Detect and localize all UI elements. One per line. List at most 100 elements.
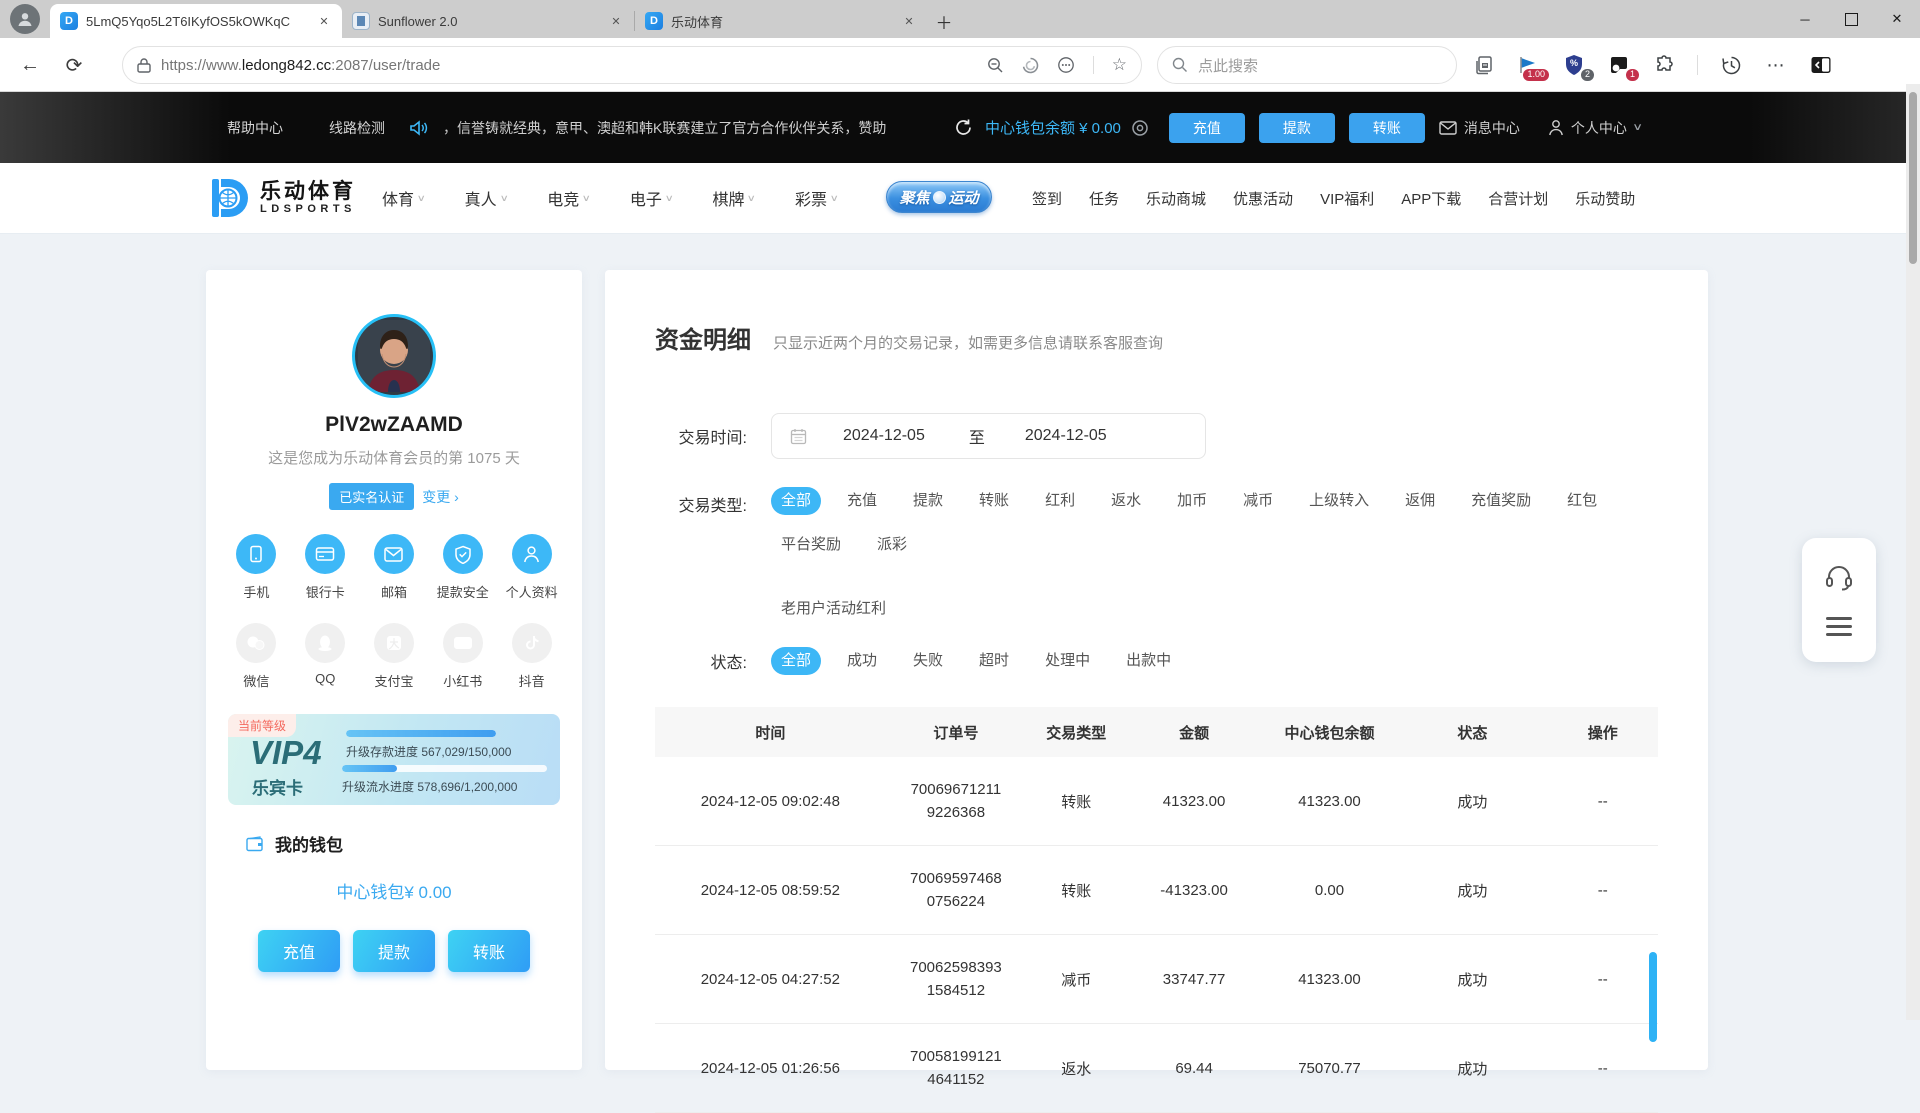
- nav-link-mall[interactable]: 乐动商城: [1146, 188, 1206, 209]
- address-bar[interactable]: https://www.ledong842.cc:2087/user/trade…: [122, 46, 1142, 84]
- zoom-out-icon[interactable]: [987, 57, 1004, 74]
- type-pill[interactable]: 返水: [1101, 487, 1151, 515]
- nav-link-promos[interactable]: 优惠活动: [1233, 188, 1293, 209]
- message-center-link[interactable]: 消息中心: [1439, 118, 1520, 138]
- tab-ledong[interactable]: D 乐动体育 ✕: [635, 4, 927, 38]
- nav-link-vip[interactable]: VIP福利: [1320, 188, 1374, 209]
- topbar-transfer-button[interactable]: 转账: [1349, 113, 1425, 143]
- settings-more-icon[interactable]: ⋯: [1764, 53, 1788, 77]
- type-pill[interactable]: 派彩: [867, 531, 917, 559]
- browser-profile-button[interactable]: [10, 4, 40, 34]
- divider: [1093, 56, 1094, 74]
- turnover-progress-bar: [342, 765, 547, 772]
- social-item-xiaohongshu[interactable]: 小红书: [428, 623, 497, 690]
- extension-shield-icon[interactable]: % 2: [1562, 53, 1586, 77]
- nav-link-tasks[interactable]: 任务: [1089, 188, 1119, 209]
- type-pill-all[interactable]: 全部: [771, 487, 821, 515]
- nav-menu-lottery[interactable]: 彩票∨: [795, 186, 838, 210]
- status-pill[interactable]: 超时: [969, 647, 1019, 675]
- social-item-qq[interactable]: QQ: [291, 623, 360, 690]
- page-scrollbar[interactable]: [1906, 84, 1920, 1020]
- favorite-star-icon[interactable]: ☆: [1112, 55, 1127, 75]
- security-item-email[interactable]: 邮箱: [360, 534, 429, 601]
- security-item-phone[interactable]: 手机: [222, 534, 291, 601]
- social-item-alipay[interactable]: 支付宝: [360, 623, 429, 690]
- type-pill[interactable]: 减币: [1233, 487, 1283, 515]
- social-item-wechat[interactable]: 微信: [222, 623, 291, 690]
- nav-menu-slots[interactable]: 电子∨: [630, 186, 673, 210]
- change-link[interactable]: 变更 ›: [422, 487, 459, 507]
- menu-hamburger-icon[interactable]: [1826, 617, 1852, 636]
- type-pill[interactable]: 红利: [1035, 487, 1085, 515]
- security-item-profile[interactable]: 个人资料: [497, 534, 566, 601]
- status-pill-all[interactable]: 全部: [771, 647, 821, 675]
- type-pill[interactable]: 加币: [1167, 487, 1217, 515]
- extension-flag-icon[interactable]: 1.00: [1517, 53, 1541, 77]
- security-label: 银行卡: [306, 582, 345, 601]
- help-center-link[interactable]: 帮助中心: [227, 118, 283, 138]
- back-button[interactable]: ←: [16, 51, 44, 79]
- date-from-value[interactable]: 2024-12-05: [843, 427, 925, 445]
- nav-link-app[interactable]: APP下载: [1401, 188, 1461, 209]
- type-pill[interactable]: 充值: [837, 487, 887, 515]
- refresh-button[interactable]: ⟳: [60, 51, 88, 79]
- type-pill[interactable]: 充值奖励: [1461, 487, 1541, 515]
- tab-current-site[interactable]: D 5LmQ5Yqo5L2T6IKyfOS5kOWKqC ✕: [50, 4, 342, 38]
- history-icon[interactable]: [1719, 53, 1743, 77]
- refresh-balance-icon[interactable]: [954, 118, 973, 137]
- status-pill[interactable]: 失败: [903, 647, 953, 675]
- recharge-button[interactable]: 充值: [258, 930, 340, 972]
- type-pill[interactable]: 转账: [969, 487, 1019, 515]
- tab-close-icon[interactable]: ✕: [316, 15, 332, 28]
- collections-icon[interactable]: [1472, 53, 1496, 77]
- eye-icon[interactable]: [1131, 119, 1149, 137]
- status-pill[interactable]: 出款中: [1116, 647, 1181, 675]
- date-to-value[interactable]: 2024-12-05: [1025, 427, 1107, 445]
- extensions-puzzle-icon[interactable]: [1652, 53, 1676, 77]
- search-box[interactable]: 点此搜索: [1157, 46, 1457, 84]
- type-pill[interactable]: 红包: [1557, 487, 1607, 515]
- cell-action: --: [1548, 793, 1658, 810]
- nav-link-affiliate[interactable]: 合营计划: [1488, 188, 1548, 209]
- status-pill[interactable]: 处理中: [1035, 647, 1100, 675]
- nav-menu-esports[interactable]: 电竞∨: [547, 186, 590, 210]
- nav-link-sponsor[interactable]: 乐动赞助: [1575, 188, 1635, 209]
- focus-sports-badge[interactable]: 聚焦 运动: [886, 181, 992, 213]
- date-range-picker[interactable]: 2024-12-05 至 2024-12-05: [771, 413, 1206, 459]
- personal-center-menu[interactable]: 个人中心 ∨: [1548, 118, 1641, 138]
- security-item-bankcard[interactable]: 银行卡: [291, 534, 360, 601]
- topbar-withdraw-button[interactable]: 提款: [1259, 113, 1335, 143]
- nav-link-signin[interactable]: 签到: [1032, 188, 1062, 209]
- sidebar-panel-icon[interactable]: [1809, 53, 1833, 77]
- withdraw-button[interactable]: 提款: [353, 930, 435, 972]
- page-enhance-icon[interactable]: [1022, 57, 1039, 74]
- topbar-recharge-button[interactable]: 充值: [1169, 113, 1245, 143]
- type-pill[interactable]: 老用户活动红利: [771, 595, 896, 623]
- extension-collections-dark-icon[interactable]: 1: [1607, 53, 1631, 77]
- site-logo[interactable]: 乐动体育 LDSPORTS: [206, 175, 356, 221]
- more-page-actions-icon[interactable]: [1057, 56, 1075, 74]
- table-scrollbar-thumb[interactable]: [1649, 952, 1657, 1042]
- window-maximize-button[interactable]: [1828, 0, 1874, 38]
- social-item-douyin[interactable]: 抖音: [497, 623, 566, 690]
- tab-close-icon[interactable]: ✕: [901, 15, 917, 28]
- tab-close-icon[interactable]: ✕: [608, 15, 624, 28]
- type-pill[interactable]: 平台奖励: [771, 531, 851, 559]
- type-pill[interactable]: 提款: [903, 487, 953, 515]
- status-pill[interactable]: 成功: [837, 647, 887, 675]
- type-pill[interactable]: 返佣: [1395, 487, 1445, 515]
- window-close-button[interactable]: ✕: [1874, 0, 1920, 38]
- customer-service-headset-icon[interactable]: [1825, 565, 1853, 591]
- nav-menu-cards[interactable]: 棋牌∨: [712, 186, 755, 210]
- nav-menu-sports[interactable]: 体育∨: [382, 186, 425, 210]
- nav-menu-live[interactable]: 真人∨: [465, 186, 508, 210]
- transfer-button[interactable]: 转账: [448, 930, 530, 972]
- line-check-link[interactable]: 线路检测: [329, 118, 385, 138]
- avatar[interactable]: [352, 314, 436, 398]
- window-minimize-button[interactable]: ─: [1782, 0, 1828, 38]
- tab-sunflower[interactable]: Sunflower 2.0 ✕: [342, 4, 634, 38]
- type-pill[interactable]: 上级转入: [1299, 487, 1379, 515]
- security-item-withdraw-safety[interactable]: 提款安全: [428, 534, 497, 601]
- new-tab-button[interactable]: ＋: [927, 4, 961, 38]
- page-scrollbar-thumb[interactable]: [1909, 92, 1917, 264]
